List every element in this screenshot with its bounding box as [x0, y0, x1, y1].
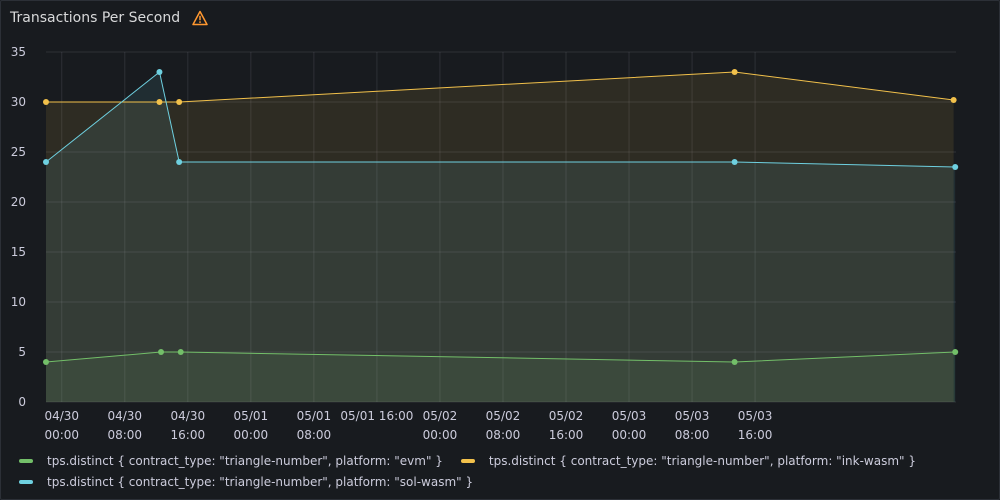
data-point — [731, 359, 738, 365]
legend-label-sol-wasm: tps.distinct { contract_type: "triangle-… — [47, 474, 474, 489]
y-tick-label: 0 — [18, 395, 26, 409]
data-point — [156, 69, 163, 75]
x-tick-label: 16:00 — [171, 428, 206, 442]
y-tick-label: 20 — [11, 195, 26, 209]
legend: tps.distinct { contract_type: "triangle-… — [19, 450, 979, 492]
x-axis: 04/30 00:00 04/30 08:00 04/30 16:00 05/01 00:00… — [44, 409, 772, 442]
x-tick-label: 05/03 — [675, 409, 710, 423]
legend-item-ink-wasm[interactable]: tps.distinct { contract_type: "triangle-… — [460, 453, 916, 468]
legend-swatch-ink-wasm — [460, 458, 475, 463]
data-point — [156, 99, 163, 105]
chart-panel: Transactions Per Second 0 5 10 15 20 25 30 35 0… — [0, 0, 1000, 500]
x-tick-label: 04/30 — [171, 409, 206, 423]
legend-item-evm[interactable]: tps.distinct { contract_type: "triangle-… — [19, 454, 443, 468]
data-point — [177, 349, 184, 355]
x-tick-label: 00:00 — [612, 428, 647, 442]
x-tick-label: 05/01 — [297, 409, 332, 423]
series-layer — [43, 69, 959, 402]
data-point — [43, 99, 49, 105]
x-tick-label: 08:00 — [675, 428, 710, 442]
y-tick-label: 30 — [11, 95, 26, 109]
x-tick-label: 05/03 — [738, 409, 773, 423]
data-point — [952, 164, 959, 170]
data-point — [731, 159, 738, 165]
x-tick-label: 04/30 — [44, 409, 79, 423]
data-point — [176, 159, 183, 165]
data-point — [158, 349, 165, 355]
data-point — [43, 159, 49, 165]
x-tick-label: 16:00 — [738, 428, 773, 442]
y-tick-label: 35 — [11, 45, 26, 59]
x-tick-label: 05/02 — [423, 409, 458, 423]
y-tick-label: 10 — [11, 295, 26, 309]
x-tick-label: 05/01 — [234, 409, 269, 423]
data-point — [731, 69, 738, 75]
data-point — [950, 97, 957, 103]
x-tick-label: 00:00 — [234, 428, 269, 442]
legend-label-ink-wasm: tps.distinct { contract_type: "triangle-… — [488, 453, 916, 468]
tps-chart: 05101520253035 04/3000:0004/3008:0004/30… — [11, 45, 959, 442]
y-axis: 0 5 10 15 20 25 30 35 — [11, 45, 26, 409]
x-tick-label: 00:00 — [44, 428, 79, 442]
legend-item-sol-wasm[interactable]: tps.distinct { contract_type: "triangle-… — [19, 475, 473, 489]
data-point — [43, 359, 49, 365]
x-tick-label: 16:00 — [549, 428, 584, 442]
legend-label-evm: tps.distinct { contract_type: "triangle-… — [47, 453, 443, 468]
x-tick-label: 08:00 — [297, 428, 332, 442]
y-tick-label: 5 — [18, 345, 26, 359]
x-tick-label: 08:00 — [107, 428, 142, 442]
x-tick-label: 00:00 — [423, 428, 458, 442]
x-tick-label: 05/02 — [486, 409, 521, 423]
y-tick-label: 25 — [11, 145, 26, 159]
x-tick-label: 05/01 16:00 — [340, 409, 413, 423]
x-tick-label: 04/30 — [107, 409, 142, 423]
data-point — [176, 99, 183, 105]
legend-swatch-evm — [19, 458, 33, 463]
data-point — [952, 349, 959, 355]
x-tick-label: 05/03 — [612, 409, 647, 423]
x-tick-label: 05/02 — [549, 409, 584, 423]
y-tick-label: 15 — [11, 245, 26, 259]
legend-swatch-sol-wasm — [19, 479, 33, 484]
x-tick-label: 08:00 — [486, 428, 521, 442]
